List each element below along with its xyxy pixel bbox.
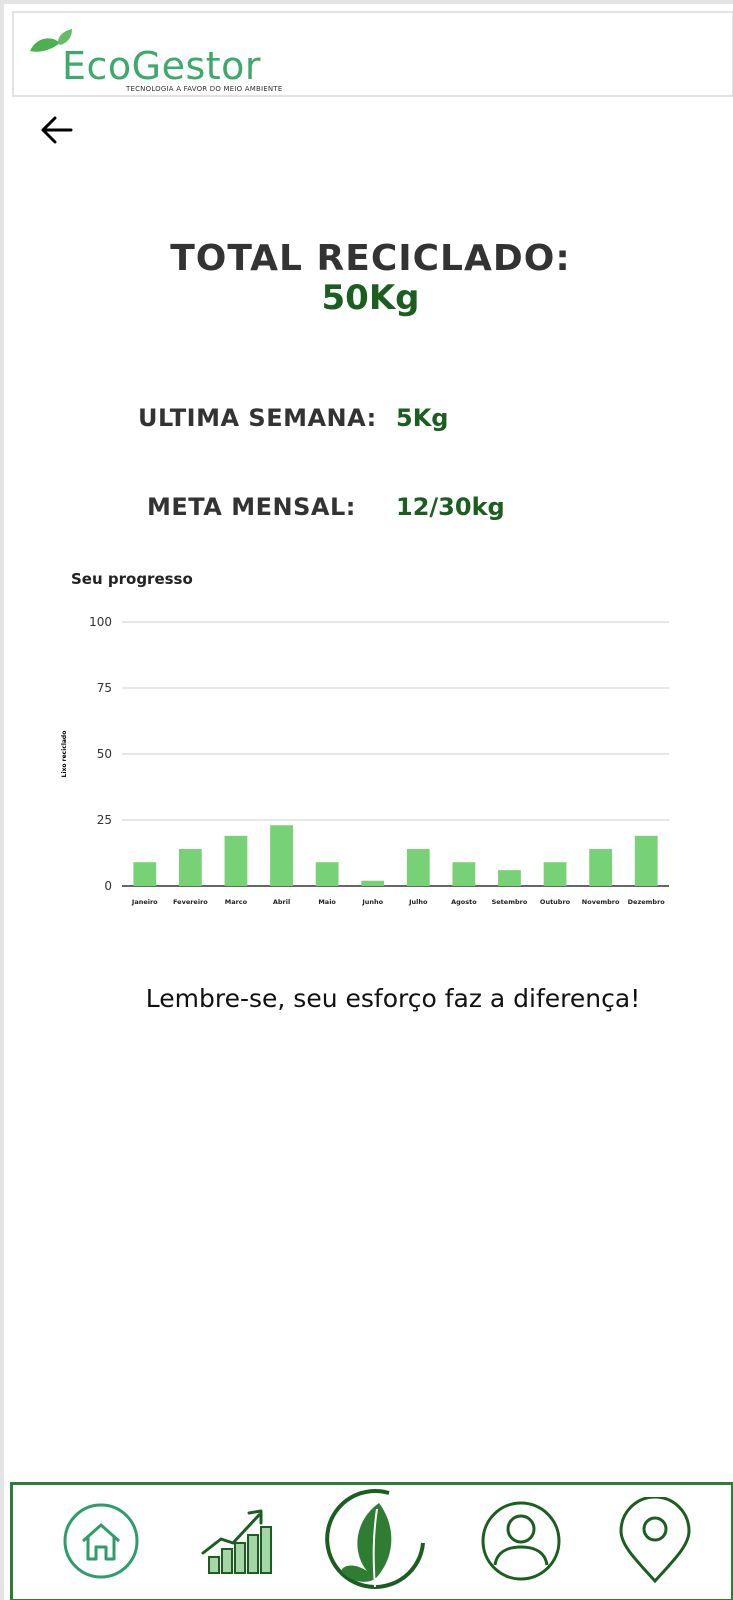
- bar: [452, 862, 476, 886]
- motivational-message: Lembre-se, seu esforço faz a diferença!: [145, 984, 641, 1013]
- bar: [589, 849, 613, 886]
- x-tick-label: Marco: [225, 898, 248, 906]
- total-recycled-value: 50Kg: [321, 278, 420, 318]
- x-tick-label: Agosto: [451, 898, 477, 906]
- x-tick-label: Setembro: [492, 898, 528, 906]
- x-tick-label: Fevereiro: [173, 898, 208, 906]
- bar: [406, 849, 430, 886]
- location-pin-icon[interactable]: [617, 1497, 693, 1585]
- x-tick-label: Dezembro: [628, 898, 666, 906]
- chart-title: Seu progresso: [71, 570, 193, 588]
- home-icon[interactable]: [61, 1501, 141, 1581]
- bar: [498, 870, 521, 886]
- x-tick-label: Junho: [361, 898, 383, 906]
- x-tick-label: Janeiro: [131, 898, 158, 906]
- bar: [315, 862, 339, 886]
- y-tick-label: 25: [97, 813, 112, 827]
- bar: [133, 862, 157, 886]
- x-tick-label: Outubro: [540, 898, 571, 906]
- growth-chart-icon[interactable]: [201, 1503, 281, 1577]
- last-week-value: 5Kg: [396, 404, 449, 432]
- bar: [361, 880, 385, 886]
- x-tick-label: Novembro: [582, 898, 620, 906]
- app-screen: EcoGestor TECNOLOGIA A FAVOR DO MEIO AMB…: [4, 4, 733, 1600]
- x-tick-label: Abril: [273, 898, 290, 906]
- app-header: EcoGestor TECNOLOGIA A FAVOR DO MEIO AMB…: [12, 11, 733, 97]
- last-week-label: ULTIMA SEMANA:: [138, 404, 377, 432]
- logo-wordmark: EcoGestor: [62, 44, 262, 88]
- total-recycled-label: TOTAL RECICLADO:: [170, 238, 571, 279]
- bar: [270, 825, 293, 886]
- y-tick-label: 75: [97, 681, 112, 695]
- monthly-goal-label: META MENSAL:: [147, 493, 356, 521]
- monthly-goal-value: 12/30kg: [396, 493, 505, 521]
- bottom-navigation: [10, 1482, 733, 1600]
- y-axis-label: Lixo reciclado: [61, 731, 68, 778]
- y-tick-label: 0: [104, 879, 112, 893]
- progress-bar-chart: 0 25 50 75 100 Lixo reciclado Janeiro Fevereiro…: [61, 615, 669, 906]
- bar: [543, 862, 567, 886]
- logo-tagline: TECNOLOGIA A FAVOR DO MEIO AMBIENTE: [126, 85, 283, 93]
- bar: [178, 849, 202, 886]
- x-tick-label: Maio: [318, 898, 336, 906]
- y-tick-label: 50: [97, 747, 112, 761]
- leaf-icon[interactable]: [319, 1479, 431, 1599]
- bar: [634, 835, 658, 886]
- user-icon[interactable]: [479, 1499, 563, 1583]
- bar: [224, 835, 248, 886]
- arrow-left-icon[interactable]: [37, 110, 77, 150]
- y-tick-label: 100: [89, 615, 112, 629]
- x-tick-label: Julho: [408, 898, 428, 906]
